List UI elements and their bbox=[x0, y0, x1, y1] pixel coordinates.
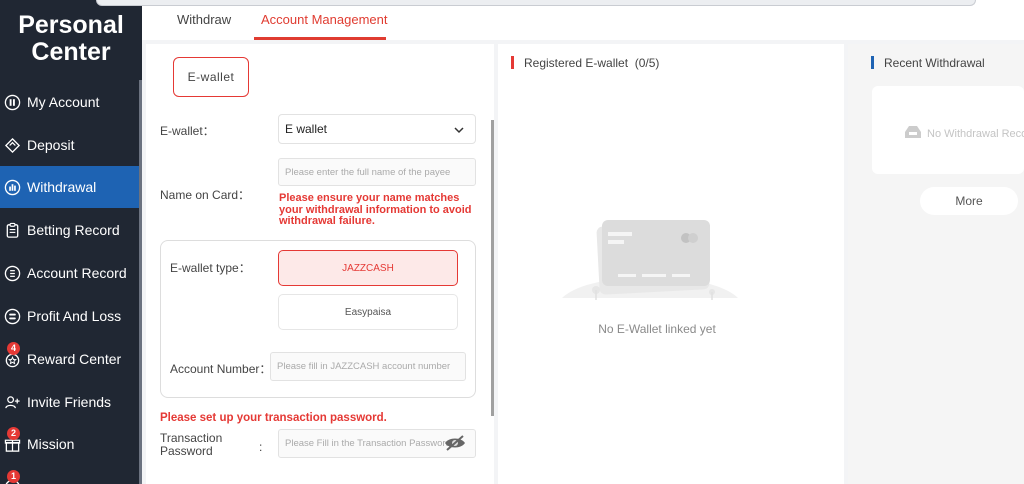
message-badge: 1 bbox=[7, 469, 20, 483]
top-tab-bar: Withdraw Account Management bbox=[142, 0, 1024, 40]
registered-section-marker bbox=[511, 56, 514, 69]
sidebar-item-reward-center[interactable]: 4 Reward Center bbox=[0, 338, 142, 380]
no-ewallet-text: No E-Wallet linked yet bbox=[598, 322, 716, 336]
empty-inbox-icon bbox=[905, 126, 921, 138]
sidebar-scrollbar[interactable] bbox=[139, 80, 142, 484]
sidebar-item-deposit[interactable]: Deposit bbox=[0, 124, 142, 166]
reward-badge: 4 bbox=[7, 341, 20, 355]
sidebar-item-invite-friends[interactable]: Invite Friends bbox=[0, 381, 142, 423]
sidebar-title: Personal Center bbox=[18, 11, 124, 66]
deposit-icon bbox=[4, 137, 21, 154]
sidebar-item-label: Reward Center bbox=[27, 351, 122, 367]
sidebar-item-label: Invite Friends bbox=[27, 394, 112, 410]
name-on-card-label: Name on Card： bbox=[160, 188, 251, 202]
empty-wallet-card-illustration bbox=[562, 220, 738, 300]
active-tab-indicator bbox=[254, 37, 386, 40]
message-icon: 1 bbox=[4, 469, 21, 484]
recent-withdrawal-title: Recent Withdrawal bbox=[884, 56, 985, 70]
sidebar-item-betting-record[interactable]: Betting Record bbox=[0, 209, 142, 251]
sidebar-item-account-record[interactable]: Account Record bbox=[0, 252, 142, 294]
betting-record-icon bbox=[4, 222, 21, 239]
recent-section-marker bbox=[871, 56, 874, 69]
withdrawal-icon bbox=[4, 179, 21, 196]
sidebar-item-label: Deposit bbox=[27, 137, 75, 153]
ewallet-label: E-wallet： bbox=[160, 124, 215, 138]
name-warning-text: Please ensure your name matches your wit… bbox=[279, 192, 472, 227]
profit-loss-icon bbox=[4, 308, 21, 325]
sidebar-item-label: Account Record bbox=[27, 265, 127, 281]
type-option-jazzcash[interactable]: JAZZCASH bbox=[278, 250, 458, 286]
account-number-input[interactable]: Please fill in JAZZCASH account number bbox=[270, 352, 466, 381]
mission-icon: 2 bbox=[4, 426, 21, 453]
transaction-password-colon: : bbox=[259, 440, 263, 454]
sidebar: Personal Center My Account Deposit Withd… bbox=[0, 0, 142, 484]
transaction-password-warning: Please set up your transaction password. bbox=[160, 412, 387, 424]
sidebar-item-label: Mission bbox=[27, 436, 75, 452]
sidebar-item-label: Betting Record bbox=[27, 222, 120, 238]
name-on-card-input[interactable]: Please enter the full name of the payee bbox=[278, 158, 476, 186]
account-number-label: Account Number： bbox=[170, 362, 272, 376]
form-scrollbar[interactable] bbox=[491, 120, 494, 416]
more-button[interactable]: More bbox=[920, 187, 1018, 215]
type-option-easypaisa[interactable]: Easypaisa bbox=[278, 294, 458, 330]
ewallet-select-value: E wallet bbox=[285, 122, 328, 136]
chevron-down-icon bbox=[454, 127, 464, 134]
sidebar-item-mission[interactable]: 2 Mission bbox=[0, 423, 142, 465]
hide-password-icon[interactable] bbox=[444, 434, 466, 452]
sidebar-item-label: My Account bbox=[27, 94, 100, 110]
sidebar-item-my-account[interactable]: My Account bbox=[0, 81, 142, 123]
my-account-icon bbox=[4, 94, 21, 111]
invite-friends-icon bbox=[4, 394, 21, 411]
sidebar-item-profit-and-loss[interactable]: Profit And Loss bbox=[0, 295, 142, 337]
reward-center-icon: 4 bbox=[4, 341, 21, 368]
ewallet-select[interactable]: E wallet bbox=[278, 114, 476, 144]
ewallet-method-button[interactable]: E-wallet bbox=[173, 57, 249, 97]
tab-account-management[interactable]: Account Management bbox=[261, 12, 387, 27]
account-record-icon bbox=[4, 265, 21, 282]
registered-ewallet-title: Registered E-wallet (0/5) bbox=[524, 56, 660, 70]
mission-badge: 2 bbox=[7, 426, 20, 440]
sidebar-item-label: Profit And Loss bbox=[27, 308, 122, 324]
sidebar-item-withdrawal[interactable]: Withdrawal bbox=[0, 166, 142, 208]
transaction-password-label: Transaction Password bbox=[160, 431, 223, 458]
tab-withdraw[interactable]: Withdraw bbox=[177, 12, 231, 27]
sidebar-item-label: Withdrawal bbox=[27, 179, 97, 195]
sidebar-item-message[interactable]: 1 bbox=[0, 466, 142, 484]
ewallet-type-label: E-wallet type： bbox=[170, 261, 251, 275]
no-withdrawal-text: No Withdrawal Records bbox=[903, 125, 1024, 140]
browser-edge-strip bbox=[96, 0, 976, 6]
